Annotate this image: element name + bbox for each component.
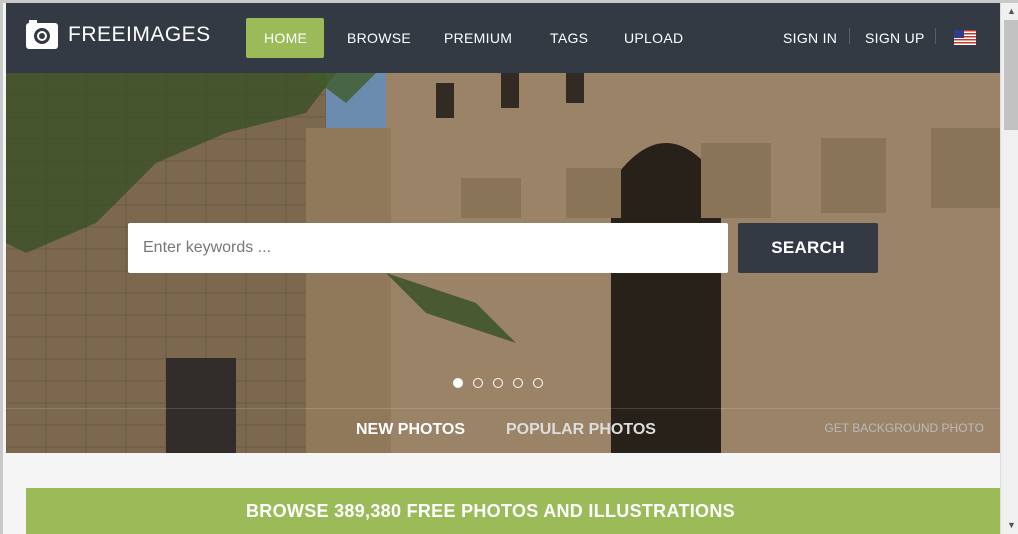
- browser-viewport: FREEIMAGES HOME BROWSE PREMIUM TAGS UPLO…: [0, 0, 1018, 534]
- slider-dots: [453, 378, 543, 388]
- slider-dot[interactable]: [473, 378, 483, 388]
- slider-dot[interactable]: [513, 378, 523, 388]
- get-background-photo-link[interactable]: GET BACKGROUND PHOTO: [824, 421, 984, 435]
- top-navbar: FREEIMAGES HOME BROWSE PREMIUM TAGS UPLO…: [6, 3, 1000, 73]
- sign-up-link[interactable]: SIGN UP: [847, 18, 943, 58]
- nav-upload[interactable]: UPLOAD: [606, 18, 701, 58]
- nav-divider: [935, 28, 936, 44]
- vertical-scrollbar[interactable]: ▲ ▼: [1000, 3, 1018, 534]
- scroll-down-arrow-icon[interactable]: ▼: [1001, 517, 1018, 534]
- slider-dot[interactable]: [493, 378, 503, 388]
- slider-dot[interactable]: [453, 378, 463, 388]
- browse-banner[interactable]: BROWSE 389,380 FREE PHOTOS AND ILLUSTRAT…: [26, 488, 1000, 534]
- nav-tags[interactable]: TAGS: [532, 18, 606, 58]
- camera-icon: [26, 20, 58, 49]
- us-flag-icon[interactable]: [954, 30, 976, 45]
- brand-name: FREEIMAGES: [68, 23, 211, 46]
- tab-new-photos[interactable]: NEW PHOTOS: [356, 421, 465, 439]
- sign-in-link[interactable]: SIGN IN: [765, 18, 855, 58]
- slider-dot[interactable]: [533, 378, 543, 388]
- search-button[interactable]: SEARCH: [738, 223, 878, 273]
- scroll-up-arrow-icon[interactable]: ▲: [1001, 3, 1018, 20]
- nav-home[interactable]: HOME: [246, 18, 324, 58]
- site-logo[interactable]: FREEIMAGES: [26, 19, 211, 51]
- tab-popular-photos[interactable]: POPULAR PHOTOS: [506, 421, 656, 439]
- search-input[interactable]: [128, 223, 728, 273]
- photo-tabs: NEW PHOTOS POPULAR PHOTOS GET BACKGROUND…: [6, 408, 1000, 453]
- nav-premium[interactable]: PREMIUM: [426, 18, 530, 58]
- hero-section: SEARCH NEW PHOTOS POPULAR PHOTOS GET BAC…: [6, 73, 1000, 453]
- nav-browse[interactable]: BROWSE: [329, 18, 429, 58]
- scroll-thumb[interactable]: [1004, 20, 1018, 130]
